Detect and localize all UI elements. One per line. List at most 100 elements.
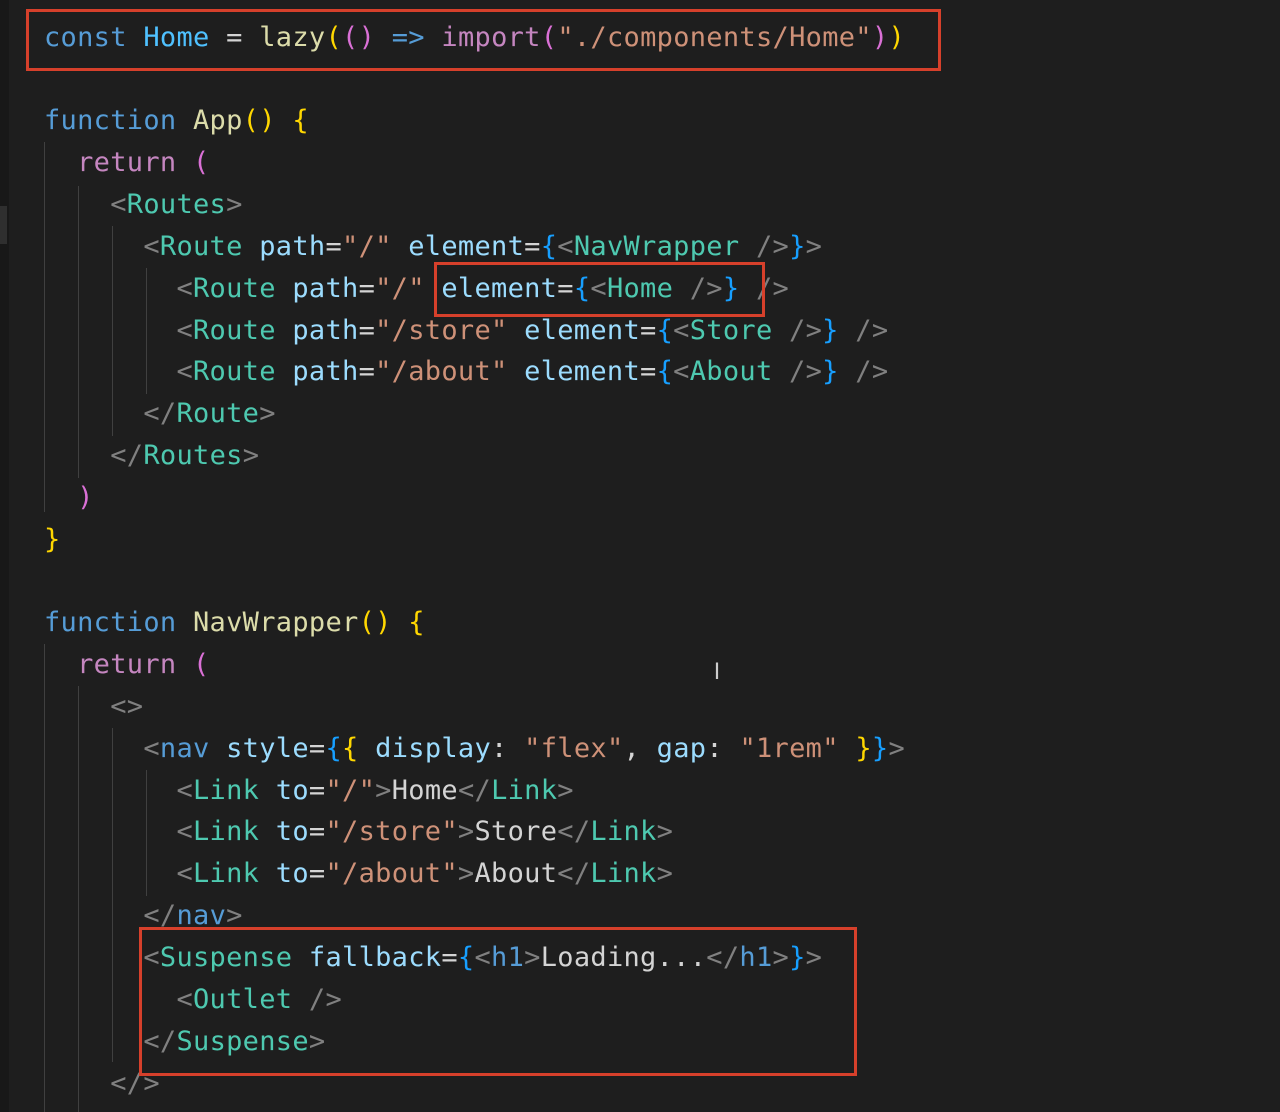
code-token: > — [259, 398, 276, 429]
code-token: > — [888, 733, 906, 764]
code-token: <> — [44, 691, 144, 722]
code-token: } — [838, 733, 872, 764]
code-token: App — [193, 105, 243, 136]
code-token: Route — [193, 273, 276, 304]
code-token: "1rem" — [739, 733, 839, 764]
code-token: Store — [474, 816, 558, 847]
code-line-12: ) — [44, 477, 94, 519]
code-line-20: <Link to="/store">Store</Link> — [44, 811, 673, 853]
code-token: path — [242, 231, 326, 262]
code-token: Route — [193, 315, 276, 346]
code-token: </ — [557, 858, 591, 889]
code-token: } — [822, 315, 839, 346]
code-token: > — [805, 231, 823, 262]
code-token: /> — [838, 356, 889, 387]
code-line-5: <Routes> — [44, 184, 243, 226]
code-token: Home — [391, 775, 458, 806]
code-token: to — [259, 858, 309, 889]
code-token: } — [822, 356, 839, 387]
code-token: ( — [193, 147, 210, 178]
code-token: { — [408, 607, 425, 638]
code-token: = — [640, 356, 657, 387]
highlight-box-lazy-import — [26, 9, 941, 71]
code-token: { — [292, 105, 309, 136]
code-token: > — [375, 775, 392, 806]
code-editor[interactable]: const Home = lazy(() => import("./compon… — [0, 0, 1280, 1112]
code-token: Routes — [126, 189, 227, 220]
code-token: Link — [590, 858, 657, 889]
code-token: path — [275, 356, 359, 387]
code-token: < — [44, 858, 193, 889]
code-token: = — [640, 315, 657, 346]
code-token: "/" — [375, 273, 425, 304]
code-token: } — [44, 524, 61, 555]
code-token: element — [507, 356, 641, 387]
code-token: < — [44, 775, 193, 806]
code-token: > — [457, 816, 475, 847]
code-token: /> — [772, 315, 823, 346]
code-token: "flex" — [524, 733, 624, 764]
code-token: = — [325, 231, 343, 262]
code-token: Route — [159, 231, 243, 262]
code-token: Link — [193, 858, 260, 889]
code-line-4: return ( — [44, 142, 210, 184]
code-token: > — [226, 189, 243, 220]
code-token: /> — [838, 315, 889, 346]
code-token: </ — [557, 816, 591, 847]
code-token: About — [689, 356, 773, 387]
code-token: element — [391, 231, 525, 262]
highlight-box-suspense — [139, 927, 857, 1076]
code-token: "/about" — [325, 858, 458, 889]
code-token: { — [342, 733, 359, 764]
code-token: = — [358, 273, 376, 304]
code-token: < — [673, 315, 690, 346]
code-token: < — [673, 356, 690, 387]
code-line-11: </Routes> — [44, 435, 259, 477]
code-token: NavWrapper — [193, 607, 359, 638]
code-line-19: <Link to="/">Home</Link> — [44, 770, 574, 812]
code-line-18: <nav style={{ display: "flex", gap: "1re… — [44, 728, 905, 770]
code-token: Store — [689, 315, 773, 346]
code-token: = — [308, 858, 326, 889]
code-token: () — [358, 607, 409, 638]
code-line-10: </Route> — [44, 393, 276, 435]
code-token: < — [44, 231, 160, 262]
code-token: display — [358, 733, 492, 764]
code-token: = — [308, 775, 326, 806]
code-token: < — [44, 816, 193, 847]
code-token: /> — [739, 231, 790, 262]
code-token: ) — [44, 482, 94, 513]
code-token: About — [474, 858, 558, 889]
code-token: = — [308, 816, 326, 847]
code-token: Routes — [143, 440, 243, 471]
code-token: } — [789, 231, 806, 262]
code-token: < — [44, 356, 193, 387]
code-token: </ — [44, 398, 177, 429]
code-token: Link — [590, 816, 657, 847]
code-token: </ — [457, 775, 492, 806]
code-token: < — [44, 273, 193, 304]
code-line-17: <> — [44, 686, 143, 728]
code-token: , — [623, 733, 657, 764]
code-token: < — [557, 231, 574, 262]
code-token: Link — [193, 816, 260, 847]
code-token: = — [358, 356, 376, 387]
editor-gutter — [0, 0, 9, 1112]
code-token: path — [275, 315, 359, 346]
code-token: "/store" — [375, 315, 508, 346]
code-token: to — [259, 775, 309, 806]
code-token: gap — [656, 733, 707, 764]
code-token: NavWrapper — [573, 231, 740, 262]
code-line-21: <Link to="/about">About</Link> — [44, 853, 673, 895]
code-token: return — [44, 649, 193, 680]
code-token: /> — [772, 356, 823, 387]
code-token: : — [706, 733, 740, 764]
code-token: "/" — [342, 231, 392, 262]
code-token: { — [325, 733, 343, 764]
code-line-9: <Route path="/about" element={<About />}… — [44, 351, 888, 393]
code-token: element — [507, 315, 641, 346]
gutter-line-marker — [0, 206, 7, 244]
code-token: > — [656, 858, 674, 889]
code-token: style — [209, 733, 309, 764]
code-token: < — [44, 733, 160, 764]
